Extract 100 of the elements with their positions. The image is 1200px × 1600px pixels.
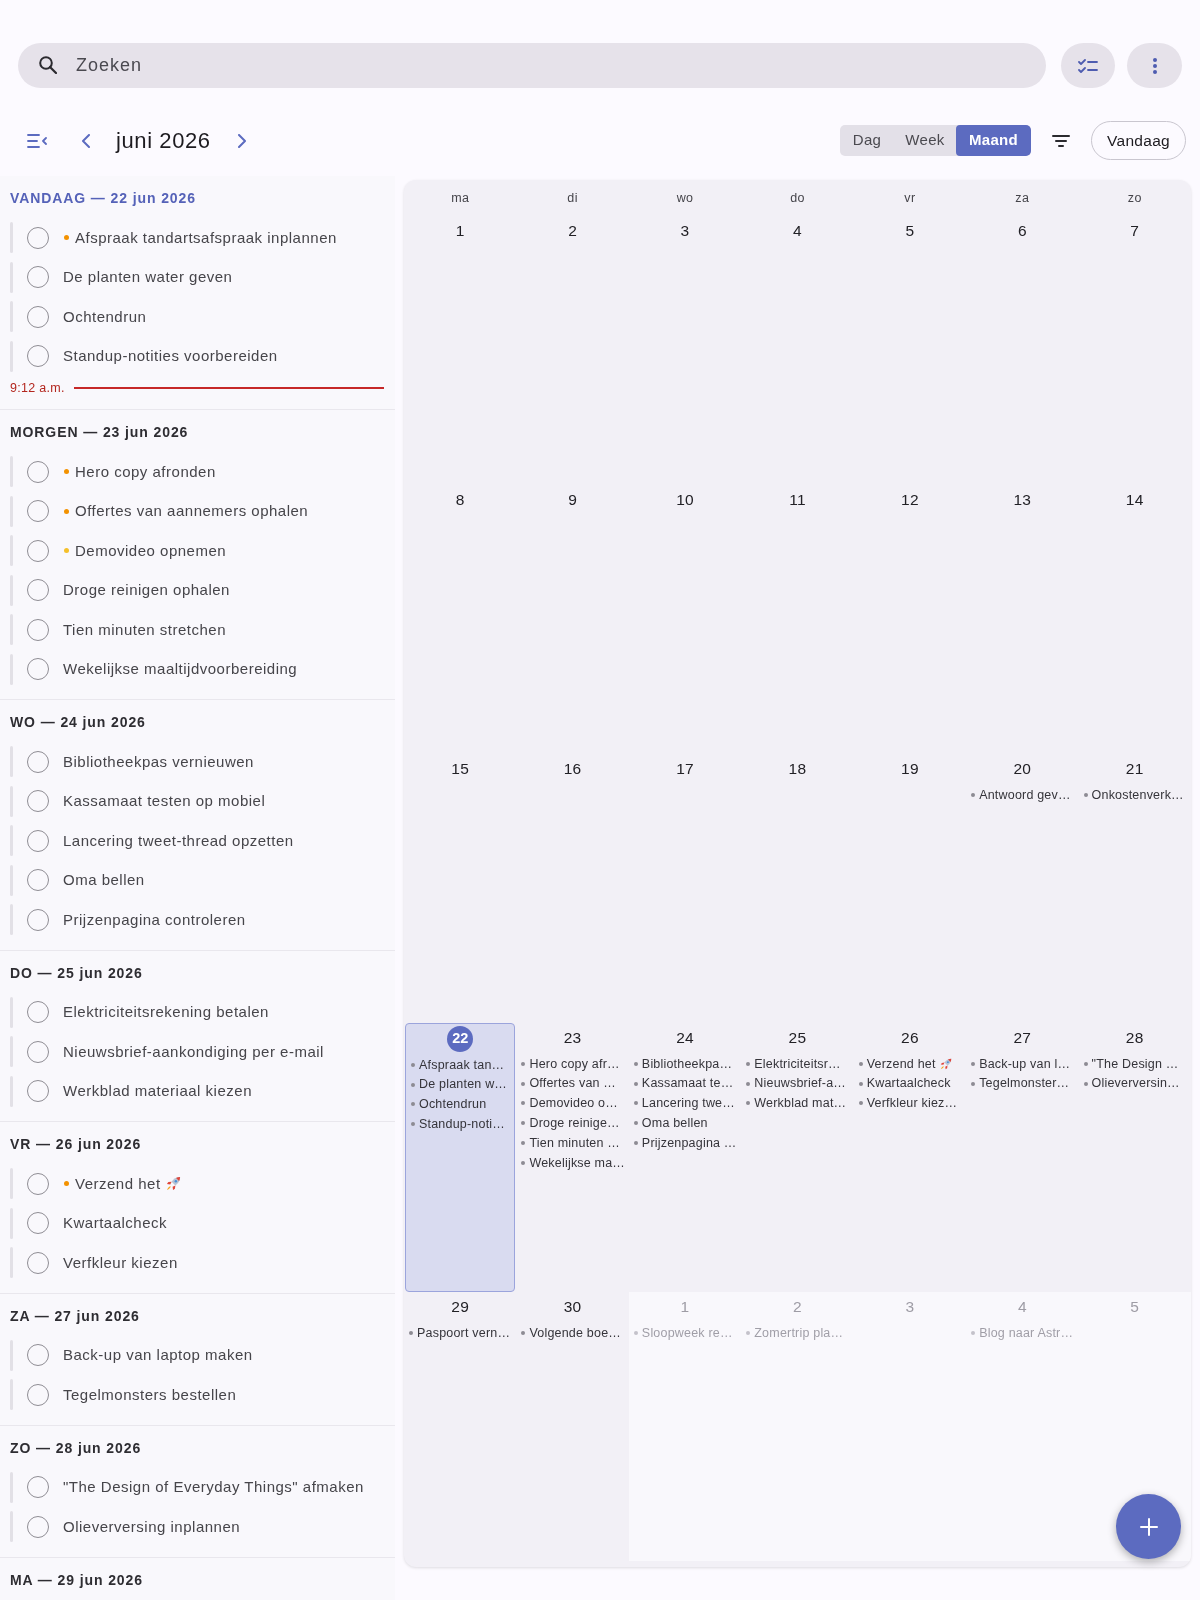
event-label[interactable]: Droge reinige… [529, 1113, 620, 1133]
day-number[interactable]: 22 [447, 1026, 474, 1052]
day-number[interactable]: 21 [1125, 757, 1144, 781]
day-number[interactable]: 6 [1017, 219, 1027, 243]
event-label[interactable]: Demovideo o… [529, 1094, 618, 1113]
event-label[interactable]: Ochtendrun [419, 1095, 487, 1114]
weekday-label: ma [451, 189, 470, 207]
day-number[interactable]: 9 [568, 488, 578, 512]
day-number[interactable]: 19 [901, 757, 919, 781]
search-icon [39, 56, 57, 74]
event-label[interactable]: Paspoort vern… [417, 1323, 511, 1343]
task-label: Nieuwsbrief-aankondiging per e-mail [63, 1041, 324, 1062]
section-header: VR — 26 jun 2026 [9, 1135, 143, 1154]
task-label: De planten water geven [63, 267, 233, 287]
day-number[interactable]: 20 [1013, 757, 1032, 781]
chevron-left-icon[interactable] [82, 133, 90, 148]
event-label[interactable]: Wekelijkse ma… [529, 1153, 626, 1173]
event-label[interactable]: Afspraak tan… [419, 1055, 505, 1075]
event-label[interactable]: Nieuwsbrief-a… [754, 1074, 846, 1094]
day-number[interactable]: 14 [1125, 488, 1144, 512]
menu-collapse-icon[interactable] [27, 133, 47, 148]
day-number[interactable]: 24 [676, 1026, 694, 1050]
event-label[interactable]: Antwoord gev… [979, 785, 1071, 805]
day-number[interactable]: 26 [901, 1026, 919, 1050]
section-header: MA — 29 jun 2026 [9, 1570, 144, 1590]
day-number[interactable]: 15 [451, 757, 470, 781]
event-label[interactable]: Verfkleur kiez… [866, 1094, 958, 1113]
event-label[interactable]: Prijzenpagina … [641, 1133, 737, 1153]
task-label: Ochtendrun [63, 306, 147, 327]
event-label[interactable]: Werkblad mat… [754, 1094, 847, 1113]
section-header: VANDAAG — 22 jun 2026 [9, 189, 197, 208]
day-number[interactable]: 10 [676, 488, 694, 512]
task-label: Back-up van laptop maken [63, 1345, 253, 1365]
chevron-right-icon[interactable] [237, 133, 246, 148]
task-label: Kassamaat testen op mobiel [63, 791, 266, 811]
event-label[interactable]: Oma bellen [641, 1113, 708, 1133]
day-number[interactable]: 13 [1013, 488, 1032, 512]
view-tab[interactable]: Maand [956, 125, 1031, 156]
task-label: Bibliotheekpas vernieuwen [63, 751, 254, 772]
task-label: Verfkleur kiezen [63, 1252, 178, 1273]
event-label[interactable]: Olieverversin… [1091, 1074, 1180, 1094]
day-number[interactable]: 28 [1125, 1026, 1144, 1050]
filter-icon[interactable] [1052, 134, 1070, 147]
weekday-label: wo [676, 189, 694, 207]
event-label[interactable]: Tien minuten … [529, 1133, 620, 1153]
task-label: Tien minuten stretchen [63, 619, 227, 640]
task-label: Offertes van aannemers ophalen [75, 501, 309, 521]
checklist-button[interactable] [1061, 43, 1115, 88]
task-label: Werkblad materiaal kiezen [63, 1081, 252, 1101]
task-label: Prijzenpagina controleren [63, 909, 246, 930]
day-number[interactable]: 17 [676, 757, 694, 781]
day-number[interactable]: 16 [563, 757, 582, 781]
day-number[interactable]: 27 [1013, 1026, 1032, 1050]
event-label[interactable]: De planten w… [419, 1075, 508, 1095]
event-label[interactable]: Verzend het [866, 1054, 936, 1074]
event-label[interactable]: Kwartaalcheck [866, 1074, 951, 1094]
event-label[interactable]: Hero copy afr… [529, 1054, 620, 1074]
task-label: Verzend het [75, 1173, 161, 1194]
task-label: Standup-notities voorbereiden [63, 346, 278, 366]
event-label[interactable]: Volgende boe… [529, 1323, 621, 1343]
day-number[interactable]: 8 [455, 488, 465, 512]
weekday-label: zo [1127, 189, 1142, 207]
task-label: Lancering tweet-thread opzetten [63, 830, 294, 851]
event-label[interactable]: Lancering twe… [641, 1094, 735, 1113]
section-header: DO — 25 jun 2026 [9, 963, 144, 983]
day-number[interactable]: 11 [789, 488, 806, 512]
view-tab[interactable]: Dag [840, 125, 894, 156]
event-label[interactable]: Elektriciteitsr… [754, 1054, 841, 1074]
view-tab[interactable]: Week [894, 125, 956, 156]
day-number[interactable]: 30 [563, 1295, 582, 1319]
day-number[interactable]: 1 [455, 219, 465, 243]
day-number[interactable]: 4 [793, 219, 802, 243]
day-number[interactable]: 3 [680, 219, 690, 243]
plus-icon [1139, 1517, 1158, 1536]
day-number[interactable]: 18 [788, 757, 807, 781]
current-time-label: 9:12 a.m. [10, 379, 65, 397]
day-number[interactable]: 23 [563, 1026, 582, 1050]
checklist-icon [1078, 58, 1098, 73]
day-number[interactable]: 29 [451, 1295, 470, 1319]
today-cell[interactable]: 22 Afspraak tan… De planten w… Ochtendrun Standup-noti… [405, 1023, 516, 1292]
event-label[interactable]: Offertes van … [529, 1074, 617, 1094]
event-label[interactable]: "The Design … [1091, 1054, 1179, 1074]
event-label[interactable]: Kassamaat te… [641, 1074, 734, 1094]
day-number[interactable]: 5 [905, 219, 915, 243]
event-label[interactable]: Back-up van l… [979, 1054, 1071, 1074]
day-number[interactable]: 12 [901, 488, 919, 512]
search-field[interactable]: Zoeken [18, 43, 1046, 88]
task-label: Olieverversing inplannen [63, 1516, 241, 1537]
day-number[interactable]: 25 [788, 1026, 807, 1050]
day-number[interactable]: 2 [568, 219, 578, 243]
event-label[interactable]: Tegelmonster… [979, 1074, 1070, 1094]
task-label: Droge reinigen ophalen [63, 580, 230, 600]
section-header: MORGEN — 23 jun 2026 [9, 423, 190, 442]
event-label[interactable]: Bibliotheekpa… [641, 1054, 733, 1074]
event-label[interactable]: Onkostenverk… [1091, 785, 1184, 805]
weekday-label: do [790, 189, 805, 207]
event-label[interactable]: Standup-noti… [419, 1114, 505, 1134]
day-number[interactable]: 7 [1130, 219, 1140, 243]
task-label: "The Design of Everyday Things" afmaken [63, 1477, 364, 1497]
task-label: Hero copy afronden [75, 461, 216, 482]
